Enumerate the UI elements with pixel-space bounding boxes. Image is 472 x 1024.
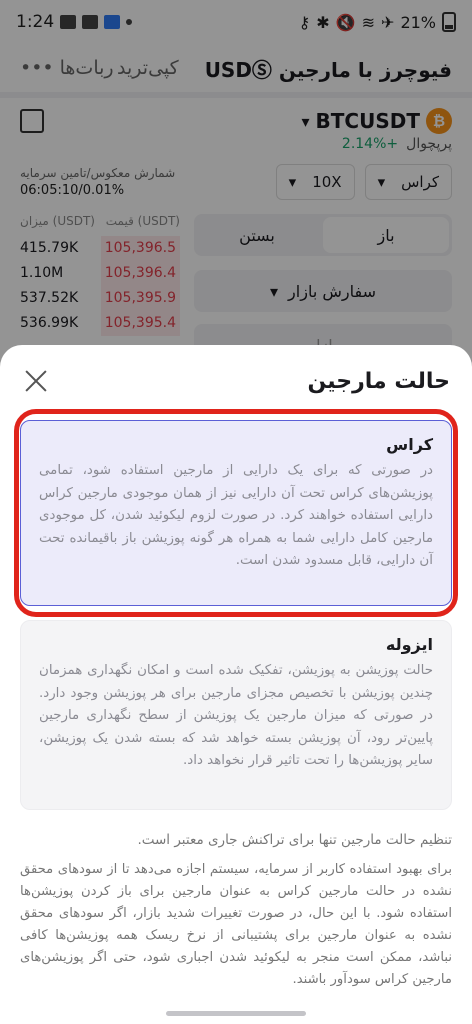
sheet-title: حالت مارجین [307,368,450,394]
margin-mode-sheet: حالت مارجین کراس در صورتی که برای یک دار… [0,345,472,1024]
option-cross[interactable]: کراس در صورتی که برای یک دارایی از مارجی… [20,420,452,606]
option-description: حالت پوزیشن به پوزیشن، تفکیک شده است و ا… [39,663,433,768]
margin-mode-disclaimer: برای بهبود استفاده کاربر از سرمایه، سیست… [20,862,452,987]
option-isolated[interactable]: ایزوله حالت پوزیشن به پوزیشن، تفکیک شده … [20,620,452,810]
option-description: در صورتی که برای یک دارایی از مارجین است… [39,463,433,568]
home-indicator[interactable] [166,1011,306,1016]
margin-mode-note: تنظیم حالت مارجین تنها برای تراکنش جاری … [137,832,452,848]
close-icon[interactable] [22,367,50,395]
option-title: کراس [386,435,433,454]
option-title: ایزوله [385,635,433,654]
